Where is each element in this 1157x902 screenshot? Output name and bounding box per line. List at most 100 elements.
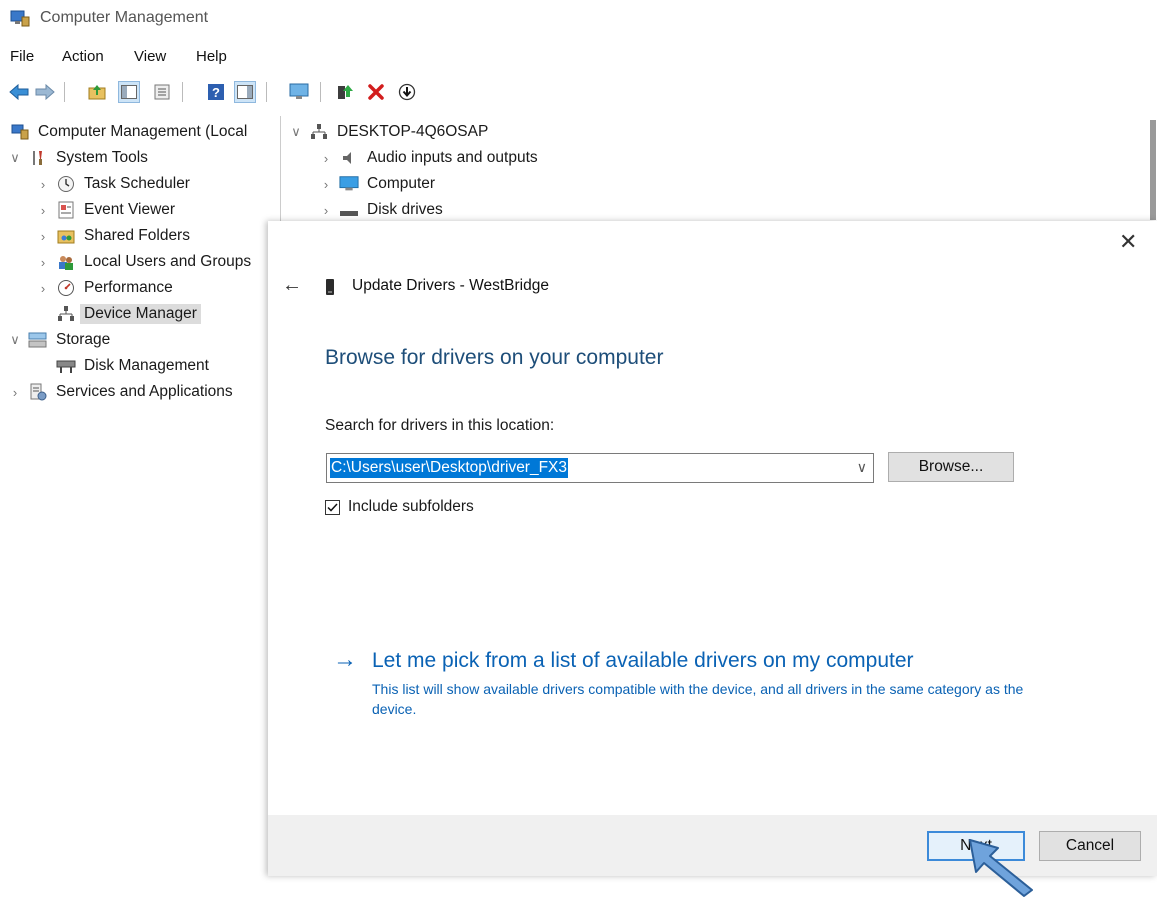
svg-text:?: ? — [212, 85, 220, 100]
computer-management-icon — [10, 122, 30, 142]
speaker-icon — [339, 148, 359, 168]
chevron-right-icon[interactable]: › — [319, 177, 333, 192]
checkmark-icon — [327, 503, 338, 512]
tree-item-label: Shared Folders — [84, 227, 190, 244]
menu-bar: File Action View Help — [0, 44, 1157, 70]
title-bar: Computer Management — [0, 0, 1157, 40]
menu-view[interactable]: View — [134, 48, 166, 65]
device-category-label: Computer — [367, 175, 436, 192]
tree-item-device-manager[interactable]: Device Manager — [56, 302, 201, 326]
device-category-label: Audio inputs and outputs — [367, 149, 538, 166]
device-category-audio[interactable]: › Audio inputs and outputs — [319, 146, 538, 170]
tree-item-label: Device Manager — [80, 304, 201, 324]
tree-item-shared-folders[interactable]: › Shared Folders — [36, 224, 190, 248]
chevron-right-icon[interactable]: › — [319, 203, 333, 218]
driver-location-combobox[interactable]: C:\Users\user\Desktop\driver_FX3 ∨ — [326, 453, 874, 483]
vertical-scrollbar[interactable] — [1150, 120, 1156, 220]
tree-item-task-scheduler[interactable]: › Task Scheduler — [36, 172, 190, 196]
tree-item-label: Performance — [84, 279, 173, 296]
browse-button[interactable]: Browse... — [888, 452, 1014, 482]
menu-help[interactable]: Help — [196, 48, 227, 65]
window-title: Computer Management — [40, 9, 209, 26]
tree-item-local-users-groups[interactable]: › Local Users and Groups — [36, 250, 251, 274]
dialog-title: Update Drivers - WestBridge — [352, 277, 549, 294]
chevron-right-icon[interactable]: › — [36, 255, 50, 270]
driver-location-value[interactable]: C:\Users\user\Desktop\driver_FX3 — [330, 458, 569, 478]
computer-management-icon — [10, 9, 30, 29]
back-arrow-icon[interactable]: ← — [282, 274, 302, 297]
chevron-down-icon[interactable]: ∨ — [8, 332, 22, 348]
event-viewer-icon — [56, 200, 76, 220]
chevron-right-icon[interactable]: › — [8, 385, 22, 400]
scan-icon[interactable] — [396, 81, 418, 103]
system-tools-icon — [28, 148, 48, 168]
clock-icon — [56, 174, 76, 194]
arrow-right-icon[interactable]: → — [333, 646, 357, 674]
dialog-heading: Browse for drivers on your computer — [325, 346, 664, 369]
up-folder-icon[interactable] — [86, 81, 108, 103]
chevron-down-icon[interactable]: ∨ — [857, 459, 867, 476]
disk-drive-icon — [339, 200, 359, 220]
update-drivers-dialog: ✕ ← Update Drivers - WestBridge Browse f… — [268, 221, 1157, 876]
device-tree-root[interactable]: ∨ DESKTOP-4Q6OSAP — [289, 120, 488, 144]
tree-item-label: Services and Applications — [56, 383, 233, 400]
storage-icon — [28, 330, 48, 350]
search-location-label: Search for drivers in this location: — [325, 417, 555, 434]
tree-item-label: Disk Management — [84, 357, 209, 374]
tree-item-event-viewer[interactable]: › Event Viewer — [36, 198, 175, 222]
monitor-icon[interactable] — [288, 81, 310, 103]
device-manager-icon — [309, 122, 329, 142]
update-driver-icon[interactable] — [334, 81, 356, 103]
services-icon — [28, 382, 48, 402]
tree-item-computer-management[interactable]: Computer Management (Local — [10, 120, 247, 144]
chevron-right-icon[interactable]: › — [36, 281, 50, 296]
tree-item-label: Storage — [56, 331, 111, 348]
cancel-button[interactable]: Cancel — [1039, 831, 1141, 861]
chevron-down-icon[interactable]: ∨ — [289, 124, 303, 140]
device-manager-icon — [56, 304, 76, 324]
shared-folder-icon — [56, 226, 76, 246]
back-icon[interactable] — [8, 81, 30, 103]
include-subfolders-label[interactable]: Include subfolders — [348, 498, 474, 516]
disk-management-icon — [56, 356, 76, 376]
tree-item-services-applications[interactable]: › Services and Applications — [8, 380, 233, 404]
pick-driver-description: This list will show available drivers co… — [372, 681, 1024, 717]
device-icon — [325, 278, 335, 296]
tree-item-label: System Tools — [56, 149, 148, 166]
tree-item-storage[interactable]: ∨ Storage — [8, 328, 110, 352]
menu-action[interactable]: Action — [62, 48, 104, 65]
help-icon[interactable]: ? — [205, 81, 227, 103]
chevron-right-icon[interactable]: › — [36, 229, 50, 244]
chevron-right-icon[interactable]: › — [36, 177, 50, 192]
menu-file[interactable]: File — [10, 48, 34, 65]
tree-item-label: Event Viewer — [84, 201, 176, 218]
tree-item-label: Task Scheduler — [84, 175, 190, 192]
computer-icon — [339, 174, 359, 194]
include-subfolders-checkbox[interactable] — [325, 500, 340, 515]
console-tree: Computer Management (Local ∨ System Tool… — [0, 116, 272, 898]
forward-icon[interactable] — [34, 81, 56, 103]
device-category-label: Disk drives — [367, 201, 443, 218]
show-hide-tree-icon[interactable] — [118, 81, 140, 103]
properties-icon[interactable] — [151, 81, 173, 103]
tree-item-label: Computer Management (Local — [38, 123, 248, 140]
toolbar: ? — [0, 76, 1157, 110]
tree-item-system-tools[interactable]: ∨ System Tools — [8, 146, 148, 170]
mouse-cursor-icon — [958, 836, 1038, 902]
uninstall-icon[interactable] — [365, 81, 387, 103]
chevron-down-icon[interactable]: ∨ — [8, 150, 22, 166]
device-tree-root-label: DESKTOP-4Q6OSAP — [337, 123, 489, 140]
tree-item-performance[interactable]: › Performance — [36, 276, 173, 300]
action-pane-icon[interactable] — [234, 81, 256, 103]
tree-item-label: Local Users and Groups — [84, 253, 252, 270]
device-category-computer[interactable]: › Computer — [319, 172, 435, 196]
tree-item-disk-management[interactable]: Disk Management — [56, 354, 209, 378]
close-icon[interactable]: ✕ — [1119, 229, 1137, 255]
chevron-right-icon[interactable]: › — [36, 203, 50, 218]
device-category-disk-drives[interactable]: › Disk drives — [319, 198, 443, 222]
performance-icon — [56, 278, 76, 298]
chevron-right-icon[interactable]: › — [319, 151, 333, 166]
users-icon — [56, 252, 76, 272]
pick-driver-link[interactable]: Let me pick from a list of available dri… — [372, 649, 914, 673]
device-tree: ∨ DESKTOP-4Q6OSAP › Audio inputs and out… — [280, 116, 1157, 221]
